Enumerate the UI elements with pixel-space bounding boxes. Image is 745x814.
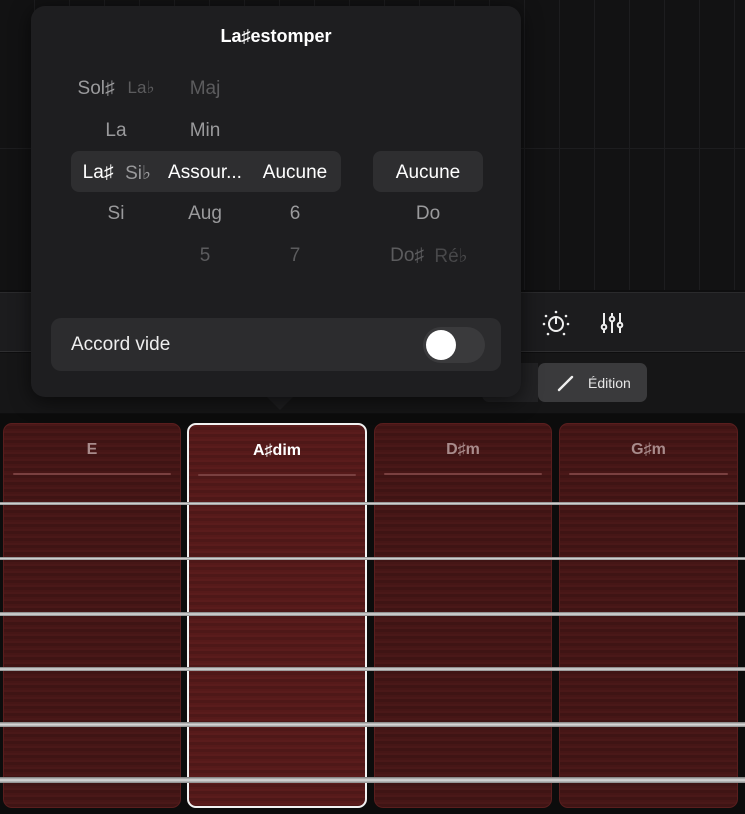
root-option[interactable]: Sol♯ bbox=[78, 78, 115, 100]
quality-option[interactable]: Aug bbox=[188, 203, 222, 225]
root-option[interactable]: La♭ bbox=[128, 78, 155, 98]
chord-name: A♯dim bbox=[253, 442, 301, 459]
popover-arrow bbox=[266, 396, 294, 410]
string-1 bbox=[0, 502, 745, 505]
metronome-button[interactable] bbox=[541, 308, 571, 338]
quality-option[interactable]: 5 bbox=[200, 245, 211, 267]
extension-option[interactable]: 7 bbox=[290, 245, 301, 267]
popover-title: La♯estomper bbox=[220, 26, 332, 46]
root-option[interactable]: La bbox=[105, 120, 126, 142]
string-4 bbox=[0, 667, 745, 671]
empty-chord-toggle[interactable] bbox=[423, 327, 485, 363]
edit-label: Édition bbox=[588, 374, 631, 391]
string-2 bbox=[0, 557, 745, 560]
sliders-icon bbox=[600, 313, 624, 333]
bass-option[interactable]: Ré♭ bbox=[434, 245, 467, 268]
quality-option[interactable]: Min bbox=[190, 120, 221, 142]
chord-editor-popover: La♯estomper Sol♯ La♭ La La♯ Si♭ Si Maj M… bbox=[31, 6, 521, 397]
string-6 bbox=[0, 777, 745, 783]
extension-selected[interactable]: Aucune bbox=[263, 162, 327, 184]
root-selected[interactable]: La♯ bbox=[83, 162, 114, 184]
empty-chord-row: Accord vide bbox=[51, 318, 501, 371]
chord-name: G♯m bbox=[631, 441, 666, 458]
chord-name: D♯m bbox=[446, 441, 480, 458]
bass-selected[interactable]: Aucune bbox=[396, 162, 460, 184]
metronome-icon bbox=[542, 310, 570, 336]
bass-option[interactable]: Do♯ bbox=[390, 245, 424, 267]
string-5 bbox=[0, 722, 745, 727]
string-3 bbox=[0, 612, 745, 616]
chord-name: E bbox=[86, 441, 98, 458]
bass-option[interactable]: Do bbox=[416, 203, 440, 225]
edit-button[interactable]: Édition bbox=[538, 363, 647, 402]
toggle-knob bbox=[426, 330, 456, 360]
quality-option[interactable]: Maj bbox=[190, 78, 221, 100]
extension-option[interactable]: 6 bbox=[290, 203, 301, 225]
root-selected-alt[interactable]: Si♭ bbox=[125, 162, 151, 185]
quality-selected[interactable]: Assour... bbox=[168, 162, 242, 184]
mixer-button[interactable] bbox=[597, 308, 627, 338]
root-option[interactable]: Si bbox=[108, 203, 125, 225]
pencil-icon bbox=[557, 375, 574, 391]
empty-chord-label: Accord vide bbox=[71, 334, 171, 355]
